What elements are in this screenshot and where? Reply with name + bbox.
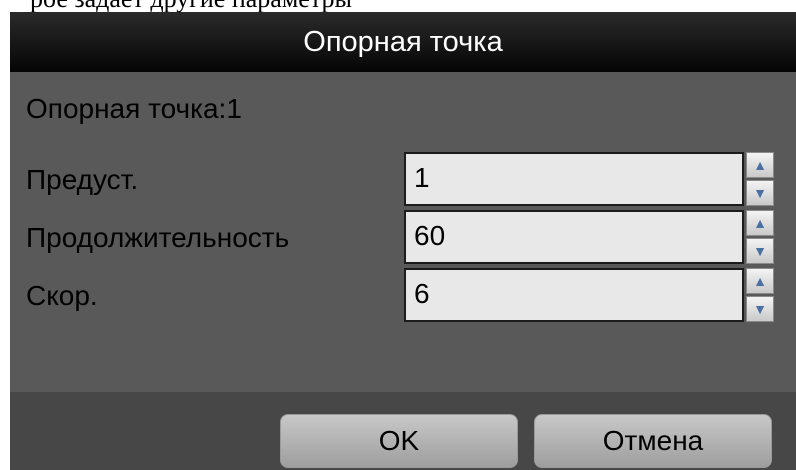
speed-value: 6 — [414, 278, 430, 309]
dialog-body: Опорная точка:1 Предуст. 1 ▲ ▼ Продолжит… — [10, 72, 796, 392]
page-top-text: рое задаёт другие параметры — [30, 0, 352, 12]
speed-label: Скор. — [26, 280, 98, 311]
waypoint-number-label: Опорная точка:1 — [26, 93, 242, 124]
preset-spinner: ▲ ▼ — [746, 152, 774, 206]
speed-input[interactable]: 6 — [404, 268, 744, 322]
preset-label: Предуст. — [26, 164, 139, 195]
duration-up-arrow-icon[interactable]: ▲ — [746, 210, 774, 236]
preset-down-arrow-icon[interactable]: ▼ — [746, 180, 774, 206]
dialog-titlebar: Опорная точка — [10, 12, 796, 72]
duration-down-arrow-icon[interactable]: ▼ — [746, 238, 774, 264]
preset-input[interactable]: 1 — [404, 152, 744, 206]
speed-down-arrow-icon[interactable]: ▼ — [746, 296, 774, 322]
duration-spinner: ▲ ▼ — [746, 210, 774, 264]
duration-input[interactable]: 60 — [404, 210, 744, 264]
preset-up-arrow-icon[interactable]: ▲ — [746, 152, 774, 178]
speed-up-arrow-icon[interactable]: ▲ — [746, 268, 774, 294]
duration-label: Продолжительность — [26, 222, 290, 253]
dialog-footer: OK Отмена — [10, 392, 796, 470]
page-top-text-strip: рое задаёт другие параметры — [0, 0, 796, 12]
dialog-title: Опорная точка — [303, 26, 503, 58]
speed-spinner: ▲ ▼ — [746, 268, 774, 322]
preset-value: 1 — [414, 162, 430, 193]
cancel-button[interactable]: Отмена — [534, 414, 772, 468]
ok-button[interactable]: OK — [280, 414, 518, 468]
waypoint-dialog: Опорная точка Опорная точка:1 Предуст. 1… — [10, 12, 796, 470]
duration-value: 60 — [414, 220, 446, 251]
